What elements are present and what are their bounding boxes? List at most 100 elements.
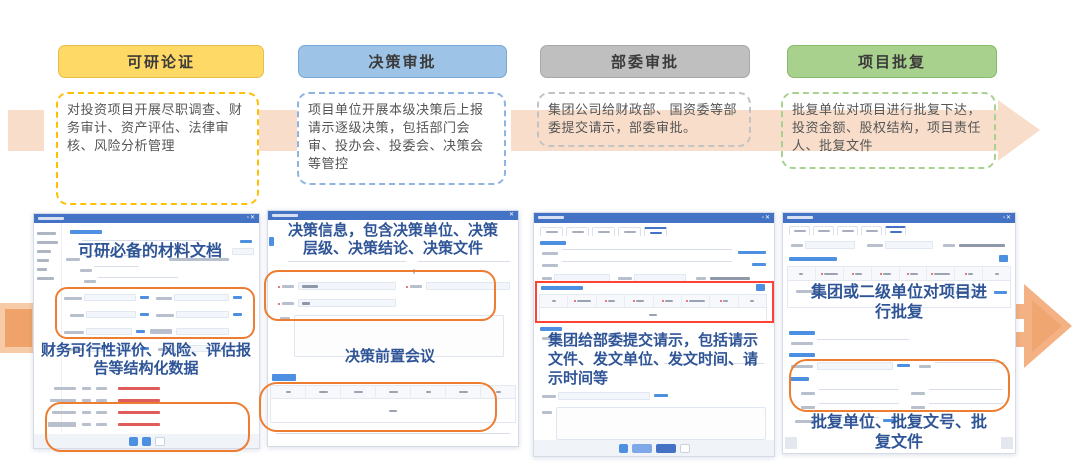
- field-label: [943, 244, 955, 247]
- link-placeholder[interactable]: [752, 263, 766, 266]
- section-label: [789, 331, 815, 335]
- input-placeholder[interactable]: [885, 241, 933, 249]
- highlight-oval-fields: [55, 287, 255, 339]
- window-titlebar: ▫✕: [783, 213, 1015, 223]
- window-titlebar: ▫✕: [534, 213, 774, 223]
- field-underline[interactable]: [94, 266, 139, 267]
- close-icon[interactable]: ▫✕: [1003, 213, 1012, 223]
- field-underline[interactable]: [562, 261, 732, 262]
- close-icon[interactable]: ✕: [509, 211, 515, 220]
- highlight-oval-decision-fields: [264, 270, 496, 321]
- footer-button[interactable]: [619, 444, 628, 453]
- link-placeholder[interactable]: [994, 291, 1007, 294]
- table-header-cell[interactable]: [872, 267, 900, 280]
- flow-band-gap1: [257, 110, 298, 151]
- link-placeholder[interactable]: [738, 251, 766, 254]
- table-header-cell[interactable]: [816, 267, 844, 280]
- table-header-cell[interactable]: [927, 267, 955, 280]
- tab-bar: [540, 227, 667, 236]
- window-title-placeholder: [272, 214, 298, 217]
- field-label: [618, 277, 632, 280]
- field-label: [84, 280, 96, 283]
- sidebar-item[interactable]: [37, 250, 51, 253]
- sidebar-item[interactable]: [37, 259, 49, 262]
- stage-header-feasibility: 可研论证: [58, 45, 264, 78]
- tab-item[interactable]: [813, 226, 834, 235]
- table-header-cell[interactable]: [983, 267, 1010, 280]
- stage-title: 决策审批: [368, 51, 436, 72]
- value-placeholder: [96, 387, 107, 390]
- sidebar-item[interactable]: [37, 277, 54, 280]
- tab-item[interactable]: [618, 227, 641, 236]
- sidebar-item[interactable]: [37, 241, 58, 244]
- footer-button[interactable]: [680, 444, 690, 453]
- table-header-row: [788, 267, 1010, 281]
- field-underline[interactable]: [817, 339, 909, 340]
- textarea-placeholder[interactable]: [556, 407, 766, 440]
- field-underline[interactable]: [562, 249, 732, 250]
- section-chip[interactable]: [272, 374, 296, 381]
- footer-button[interactable]: [632, 444, 652, 453]
- section-label: [789, 257, 837, 261]
- submit-button[interactable]: [656, 444, 676, 453]
- field-label: [54, 387, 76, 390]
- value-placeholder: [710, 277, 750, 280]
- stage-title: 可研论证: [127, 51, 195, 72]
- stage-title: 项目批复: [858, 51, 926, 72]
- close-icon[interactable]: ▫✕: [762, 213, 771, 223]
- sidebar-item[interactable]: [37, 268, 47, 271]
- stage-desc-feasibility: 对投资项目开展尽职调查、财务审计、资产评估、法律审核、风险分析管理: [56, 92, 259, 205]
- annotation-feasibility-docs: 可研必备的材料文档: [60, 242, 240, 262]
- stage-desc-ministry: 集团公司给财政部、国资委等部委提交请示，部委审批。: [537, 92, 751, 147]
- divider: [276, 433, 510, 434]
- field-label: [542, 277, 552, 280]
- stage-header-ministry: 部委审批: [540, 45, 750, 78]
- tab-item[interactable]: [837, 226, 858, 235]
- field-underline[interactable]: [82, 240, 202, 241]
- table-header-cell[interactable]: [955, 267, 983, 280]
- tab-bar: [789, 226, 906, 235]
- section-label: [540, 241, 566, 245]
- tab-item[interactable]: [861, 226, 882, 235]
- upload-link[interactable]: [240, 240, 252, 243]
- window-title-placeholder: [38, 217, 64, 220]
- annotation-structured-data: 财务可行性评价、风险、评估报告等结构化数据: [40, 342, 252, 379]
- close-icon[interactable]: ▫✕: [247, 214, 256, 223]
- window-titlebar: ✕: [268, 211, 518, 220]
- tab-item-active[interactable]: [885, 226, 906, 235]
- table-header-cell[interactable]: [900, 267, 928, 280]
- field-label: [791, 244, 803, 247]
- input-placeholder[interactable]: [805, 241, 855, 249]
- link-placeholder[interactable]: [654, 394, 668, 397]
- field-underline[interactable]: [288, 261, 406, 262]
- field-label: [791, 342, 813, 345]
- field-underline[interactable]: [418, 261, 510, 262]
- stage-title: 部委审批: [611, 51, 679, 72]
- tab-item[interactable]: [566, 227, 589, 236]
- highlight-rect-request-table: [535, 281, 774, 323]
- sidebar-toggle-icon[interactable]: [269, 237, 274, 246]
- tab-item[interactable]: [789, 226, 810, 235]
- stage-desc-text: 项目单位开展本级决策后上报请示逐级决策，包括部门会审、投办会、投委会、决策会等管…: [308, 102, 484, 171]
- table-header-cell[interactable]: [788, 267, 816, 280]
- input-placeholder[interactable]: [558, 392, 650, 400]
- alert-text: [118, 387, 160, 390]
- flow-band-arrowhead: [998, 100, 1040, 161]
- section-link[interactable]: [70, 230, 102, 234]
- annotation-decision-info: 决策信息，包含决策单位、决策层级、决策结论、决策文件: [288, 222, 498, 259]
- tab-item[interactable]: [540, 227, 563, 236]
- stage-header-decision: 决策审批: [298, 45, 507, 78]
- field-underline[interactable]: [98, 277, 178, 278]
- left-arrow-tail-inner: [5, 309, 32, 347]
- tab-item[interactable]: [592, 227, 615, 236]
- highlight-oval-approval-fields: [789, 359, 1010, 412]
- field-label: [542, 264, 558, 267]
- window-titlebar: ▫✕: [34, 214, 259, 223]
- sidebar-item[interactable]: [37, 232, 56, 235]
- add-row-button[interactable]: [999, 255, 1008, 262]
- annotation-group-approval: 集团或二级单位对项目进行批复: [810, 283, 988, 322]
- annotation-ministry-request: 集团给部委提交请示，包括请示文件、发文单位、发文时间、请示时间等: [548, 332, 764, 388]
- value-placeholder: [959, 244, 1005, 247]
- tab-item-active[interactable]: [644, 227, 667, 236]
- table-header-cell[interactable]: [844, 267, 872, 280]
